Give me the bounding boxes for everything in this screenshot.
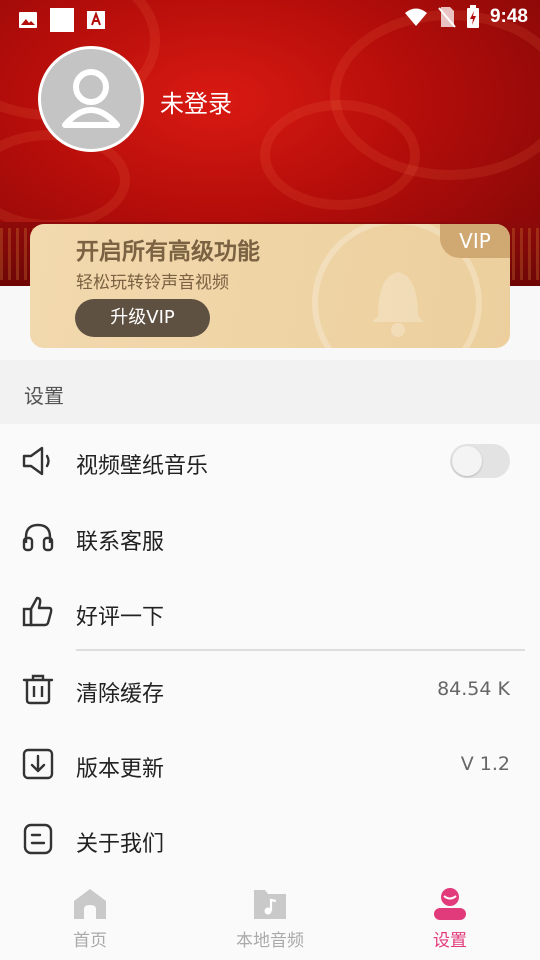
tab-local-audio[interactable]: 本地音频 <box>180 876 360 960</box>
headphones-icon <box>22 523 54 552</box>
settings-item-contact-support[interactable]: 联系客服 <box>0 500 540 575</box>
vip-banner[interactable]: VIP 开启所有高级功能 轻松玩转铃声音视频 升级VIP <box>30 224 510 348</box>
clock: 9:48 <box>489 6 528 27</box>
vip-tag: VIP <box>440 224 510 258</box>
tab-label: 设置 <box>433 931 467 951</box>
download-icon <box>22 748 54 780</box>
section-title: 设置 <box>24 384 64 408</box>
login-status[interactable]: 未登录 <box>160 84 232 119</box>
bottom-tab-bar: 首页 本地音频 设置 <box>0 876 540 960</box>
tab-label: 首页 <box>73 931 107 951</box>
upgrade-vip-button[interactable]: 升级VIP <box>75 299 210 337</box>
settings-item-label: 版本更新 <box>76 757 165 782</box>
gallery-notification-icon <box>19 12 37 28</box>
settings-item-about-us[interactable]: 关于我们 <box>0 802 540 877</box>
settings-item-version-update[interactable]: 版本更新 V 1.2 <box>0 727 540 802</box>
settings-section-header: 设置 <box>0 360 540 424</box>
tab-settings[interactable]: 设置 <box>360 876 540 960</box>
home-icon <box>74 889 106 919</box>
settings-item-clear-cache[interactable]: 清除缓存 84.54 K <box>0 652 540 727</box>
person-icon <box>434 888 466 920</box>
bell-icon <box>372 272 424 337</box>
tab-label: 本地音频 <box>236 931 304 951</box>
battery-charging-icon <box>466 5 479 28</box>
trash-icon <box>22 674 54 705</box>
status-bar: 9:48 <box>0 0 540 36</box>
app-notification-icon <box>87 11 105 29</box>
default-user-icon <box>62 69 120 128</box>
settings-item-label: 清除缓存 <box>76 682 165 707</box>
thumbs-up-icon <box>22 596 53 627</box>
settings-item-rate-app[interactable]: 好评一下 <box>0 575 540 650</box>
cache-size-value: 84.54 K <box>437 678 510 700</box>
blank-notification-icon <box>50 8 74 32</box>
info-doc-icon <box>23 823 53 855</box>
divider <box>76 649 525 651</box>
wifi-icon <box>404 8 427 26</box>
video-music-toggle[interactable] <box>450 444 510 478</box>
settings-item-label: 视频壁纸音乐 <box>76 454 209 479</box>
tab-home[interactable]: 首页 <box>0 876 180 960</box>
settings-item-label: 好评一下 <box>76 605 165 630</box>
vip-subtitle: 轻松玩转铃声音视频 <box>76 273 229 293</box>
version-value: V 1.2 <box>460 753 510 775</box>
settings-item-label: 关于我们 <box>76 832 165 857</box>
music-folder-icon <box>254 890 286 919</box>
vip-title: 开启所有高级功能 <box>76 239 260 265</box>
speaker-icon <box>22 446 50 476</box>
avatar[interactable] <box>38 46 144 152</box>
settings-item-label: 联系客服 <box>76 530 165 555</box>
no-sim-icon <box>438 7 456 28</box>
settings-item-video-wallpaper-music[interactable]: 视频壁纸音乐 <box>0 424 540 499</box>
